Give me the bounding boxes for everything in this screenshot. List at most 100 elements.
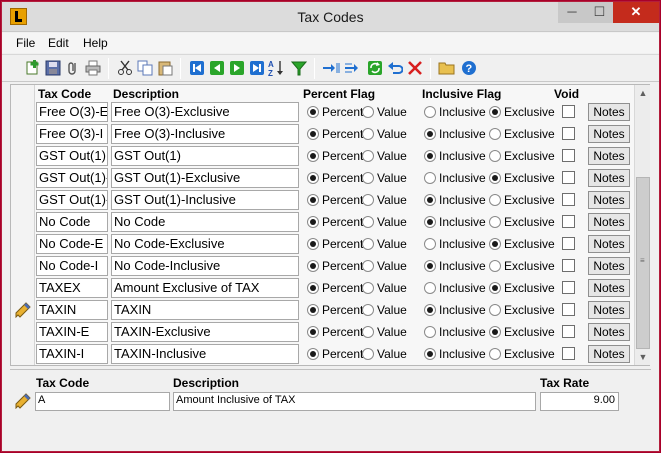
notes-button[interactable]: Notes <box>588 169 630 187</box>
table-row[interactable]: TAXEX Amount Exclusive of TAX Percent Value… <box>11 277 633 299</box>
percent-radio[interactable] <box>307 194 319 206</box>
insert-row-icon[interactable] <box>322 59 340 77</box>
header-tax-code[interactable]: Tax Code <box>38 87 91 101</box>
notes-button[interactable]: Notes <box>588 257 630 275</box>
percent-radio[interactable] <box>307 260 319 272</box>
value-radio[interactable] <box>362 216 374 228</box>
inclusive-radio[interactable] <box>424 260 436 272</box>
notes-button[interactable]: Notes <box>588 301 630 319</box>
copy-icon[interactable] <box>136 59 154 77</box>
exclusive-radio[interactable] <box>489 172 501 184</box>
append-row-icon[interactable] <box>344 59 362 77</box>
description-cell[interactable]: No Code-Exclusive <box>111 234 299 254</box>
percent-radio[interactable] <box>307 106 319 118</box>
description-cell[interactable]: Free O(3)-Inclusive <box>111 124 299 144</box>
percent-radio[interactable] <box>307 150 319 162</box>
help-icon[interactable]: ? <box>460 59 478 77</box>
inclusive-radio[interactable] <box>424 348 436 360</box>
table-row[interactable]: TAXIN TAXIN Percent Value Inclusive Exclusive… <box>11 299 633 321</box>
table-row[interactable]: No Code-E No Code-Exclusive Percent Value In… <box>11 233 633 255</box>
table-row[interactable]: No Code No Code Percent Value Inclusive Exclu… <box>11 211 633 233</box>
tax-code-cell[interactable]: No Code <box>36 212 108 232</box>
value-radio[interactable] <box>362 348 374 360</box>
table-row[interactable]: TAXIN-I TAXIN-Inclusive Percent Value Inclus… <box>11 343 633 365</box>
notes-button[interactable]: Notes <box>588 279 630 297</box>
notes-button[interactable]: Notes <box>588 125 630 143</box>
description-cell[interactable]: Free O(3)-Exclusive <box>111 102 299 122</box>
void-checkbox[interactable] <box>562 215 575 228</box>
void-checkbox[interactable] <box>562 149 575 162</box>
inclusive-radio[interactable] <box>424 282 436 294</box>
exclusive-radio[interactable] <box>489 260 501 272</box>
description-cell[interactable]: TAXIN <box>111 300 299 320</box>
tax-code-cell[interactable]: No Code-E <box>36 234 108 254</box>
value-radio[interactable] <box>362 326 374 338</box>
notes-button[interactable]: Notes <box>588 213 630 231</box>
percent-radio[interactable] <box>307 238 319 250</box>
scroll-thumb[interactable]: ≡ <box>636 177 650 349</box>
description-cell[interactable]: No Code-Inclusive <box>111 256 299 276</box>
inclusive-radio[interactable] <box>424 326 436 338</box>
exclusive-radio[interactable] <box>489 216 501 228</box>
value-radio[interactable] <box>362 238 374 250</box>
notes-button[interactable]: Notes <box>588 147 630 165</box>
tax-code-cell[interactable]: TAXEX <box>36 278 108 298</box>
exclusive-radio[interactable] <box>489 304 501 316</box>
vertical-scrollbar[interactable]: ▲ ≡ ▼ <box>634 85 650 365</box>
notes-button[interactable]: Notes <box>588 345 630 363</box>
void-checkbox[interactable] <box>562 193 575 206</box>
tax-code-cell[interactable]: GST Out(1)- <box>36 168 108 188</box>
description-cell[interactable]: TAXIN-Exclusive <box>111 322 299 342</box>
table-row[interactable]: GST Out(1) GST Out(1) Percent Value Inclusiv… <box>11 145 633 167</box>
cut-icon[interactable] <box>116 59 134 77</box>
value-radio[interactable] <box>362 150 374 162</box>
inclusive-radio[interactable] <box>424 238 436 250</box>
table-row[interactable]: Free O(3)-E Free O(3)-Exclusive Percent Val… <box>11 101 633 123</box>
sort-az-icon[interactable]: AZ <box>268 59 286 77</box>
notes-button[interactable]: Notes <box>588 323 630 341</box>
exclusive-radio[interactable] <box>489 326 501 338</box>
print-icon[interactable] <box>84 59 102 77</box>
percent-radio[interactable] <box>307 348 319 360</box>
paste-icon[interactable] <box>156 59 174 77</box>
value-radio[interactable] <box>362 282 374 294</box>
delete-icon[interactable] <box>406 59 424 77</box>
header-void[interactable]: Void <box>554 87 579 101</box>
inclusive-radio[interactable] <box>424 216 436 228</box>
void-checkbox[interactable] <box>562 105 575 118</box>
menu-file[interactable]: File <box>16 36 35 50</box>
save-icon[interactable] <box>44 59 62 77</box>
new-record-icon[interactable] <box>24 59 42 77</box>
scroll-down-arrow-icon[interactable]: ▼ <box>635 349 651 365</box>
percent-radio[interactable] <box>307 304 319 316</box>
value-radio[interactable] <box>362 304 374 316</box>
inclusive-radio[interactable] <box>424 150 436 162</box>
description-cell[interactable]: TAXIN-Inclusive <box>111 344 299 364</box>
inclusive-radio[interactable] <box>424 304 436 316</box>
inclusive-radio[interactable] <box>424 172 436 184</box>
void-checkbox[interactable] <box>562 171 575 184</box>
header-percent-flag[interactable]: Percent Flag <box>303 87 375 101</box>
void-checkbox[interactable] <box>562 259 575 272</box>
percent-radio[interactable] <box>307 216 319 228</box>
exclusive-radio[interactable] <box>489 282 501 294</box>
menu-help[interactable]: Help <box>83 36 108 50</box>
inclusive-radio[interactable] <box>424 194 436 206</box>
open-folder-icon[interactable] <box>438 59 456 77</box>
filter-icon[interactable] <box>290 59 308 77</box>
tax-code-cell[interactable]: TAXIN <box>36 300 108 320</box>
tax-code-cell[interactable]: Free O(3)-I <box>36 124 108 144</box>
refresh-icon[interactable] <box>366 59 384 77</box>
exclusive-radio[interactable] <box>489 348 501 360</box>
scroll-up-arrow-icon[interactable]: ▲ <box>635 85 651 101</box>
value-radio[interactable] <box>362 260 374 272</box>
tax-code-cell[interactable]: TAXIN-E <box>36 322 108 342</box>
inclusive-radio[interactable] <box>424 128 436 140</box>
value-radio[interactable] <box>362 106 374 118</box>
exclusive-radio[interactable] <box>489 150 501 162</box>
header-inclusive-flag[interactable]: Inclusive Flag <box>422 87 501 101</box>
void-checkbox[interactable] <box>562 281 575 294</box>
exclusive-radio[interactable] <box>489 128 501 140</box>
description-cell[interactable]: Amount Exclusive of TAX <box>111 278 299 298</box>
percent-radio[interactable] <box>307 326 319 338</box>
